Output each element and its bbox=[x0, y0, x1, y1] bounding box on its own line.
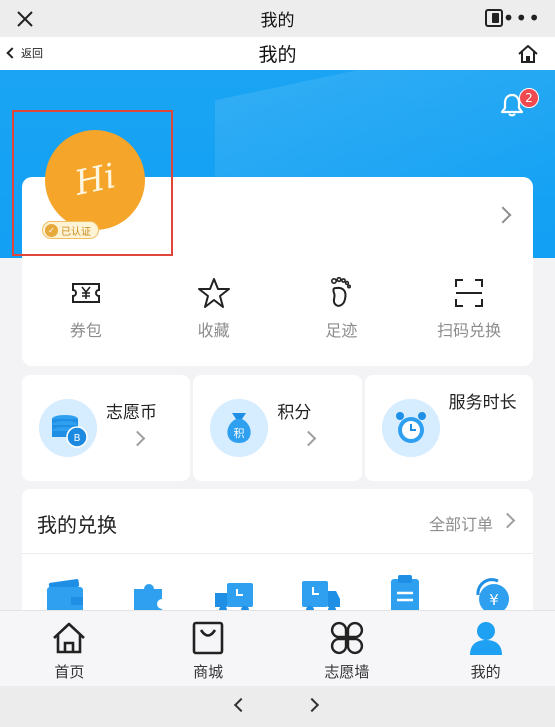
stat-volunteer-coins[interactable]: B 志愿币 bbox=[22, 375, 191, 481]
star-icon bbox=[197, 278, 230, 308]
stat-label: 服务时长 bbox=[448, 393, 517, 413]
bottom-tab-bar: 首页 商城 志愿墙 我的 bbox=[0, 610, 555, 686]
highlight-annotation-box bbox=[12, 110, 173, 256]
close-icon[interactable] bbox=[12, 6, 38, 32]
view-all-orders-link[interactable]: 全部订单 bbox=[429, 511, 493, 535]
tab-volunteer-wall[interactable]: 志愿墙 bbox=[278, 611, 417, 686]
quick-link-scan-redeem[interactable]: 扫码兑换 bbox=[405, 275, 533, 355]
scan-icon bbox=[455, 279, 484, 307]
tab-label: 商城 bbox=[193, 663, 224, 681]
chevron-left-icon bbox=[6, 47, 18, 59]
money-bag-icon: 积 bbox=[210, 399, 269, 457]
quick-link-footprints[interactable]: 足迹 bbox=[278, 275, 406, 355]
tab-mall[interactable]: 商城 bbox=[139, 611, 278, 686]
home-icon[interactable] bbox=[517, 43, 539, 65]
stat-label: 志愿币 bbox=[106, 403, 157, 423]
tab-home[interactable]: 首页 bbox=[0, 611, 139, 686]
window-title-bar: 我的 ••• bbox=[0, 0, 555, 37]
tab-label: 首页 bbox=[54, 663, 85, 681]
quick-links: 券包 收藏 足迹 扫码兑换 bbox=[22, 275, 533, 355]
chevron-right-icon bbox=[129, 430, 146, 447]
stat-points[interactable]: 积 积分 bbox=[193, 375, 362, 481]
svg-text:¥: ¥ bbox=[490, 591, 500, 609]
alarm-clock-icon bbox=[381, 399, 440, 457]
coin-icon: B bbox=[39, 399, 97, 457]
chevron-right-icon[interactable] bbox=[499, 512, 516, 529]
browser-back-icon[interactable] bbox=[233, 697, 249, 713]
svg-text:B: B bbox=[74, 433, 81, 444]
user-icon bbox=[469, 622, 502, 655]
quick-link-label: 券包 bbox=[69, 321, 102, 340]
tab-label: 我的 bbox=[470, 663, 501, 681]
stats-row: B 志愿币 积 积分 服务时长 bbox=[22, 375, 533, 481]
section-title: 我的兑换 bbox=[37, 513, 117, 537]
stat-service-hours[interactable]: 服务时长 bbox=[364, 375, 533, 481]
stat-label: 积分 bbox=[277, 403, 312, 423]
browser-footer bbox=[0, 686, 555, 727]
notification-badge: 2 bbox=[519, 88, 539, 108]
more-options-icon[interactable]: ••• bbox=[503, 6, 541, 30]
tab-label: 志愿墙 bbox=[324, 663, 370, 681]
quick-link-coupons[interactable]: 券包 bbox=[22, 275, 150, 355]
quick-link-label: 收藏 bbox=[197, 321, 230, 340]
quick-link-favorites[interactable]: 收藏 bbox=[150, 275, 278, 355]
tab-mine[interactable]: 我的 bbox=[416, 611, 555, 686]
quick-link-label: 扫码兑换 bbox=[437, 321, 502, 340]
back-button[interactable]: 返回 bbox=[6, 45, 43, 61]
my-exchange-section: 我的兑换 全部订单 ¥ bbox=[22, 489, 533, 629]
grid-icon bbox=[330, 621, 363, 655]
shopping-bag-icon bbox=[192, 621, 224, 655]
quick-link-label: 足迹 bbox=[325, 321, 358, 340]
picture-in-picture-icon[interactable] bbox=[485, 9, 503, 27]
divider bbox=[22, 553, 533, 554]
window-title: 我的 bbox=[260, 11, 295, 31]
page-title: 我的 bbox=[258, 44, 297, 66]
chevron-right-icon bbox=[301, 430, 317, 447]
back-label: 返回 bbox=[21, 47, 43, 60]
home-icon bbox=[53, 622, 86, 654]
chevron-right-icon[interactable] bbox=[494, 206, 512, 224]
footprint-icon bbox=[331, 276, 352, 307]
browser-forward-icon[interactable] bbox=[304, 697, 320, 713]
app-nav-bar: 返回 我的 bbox=[0, 37, 555, 70]
svg-text:积: 积 bbox=[234, 427, 245, 440]
ticket-icon bbox=[71, 283, 100, 303]
